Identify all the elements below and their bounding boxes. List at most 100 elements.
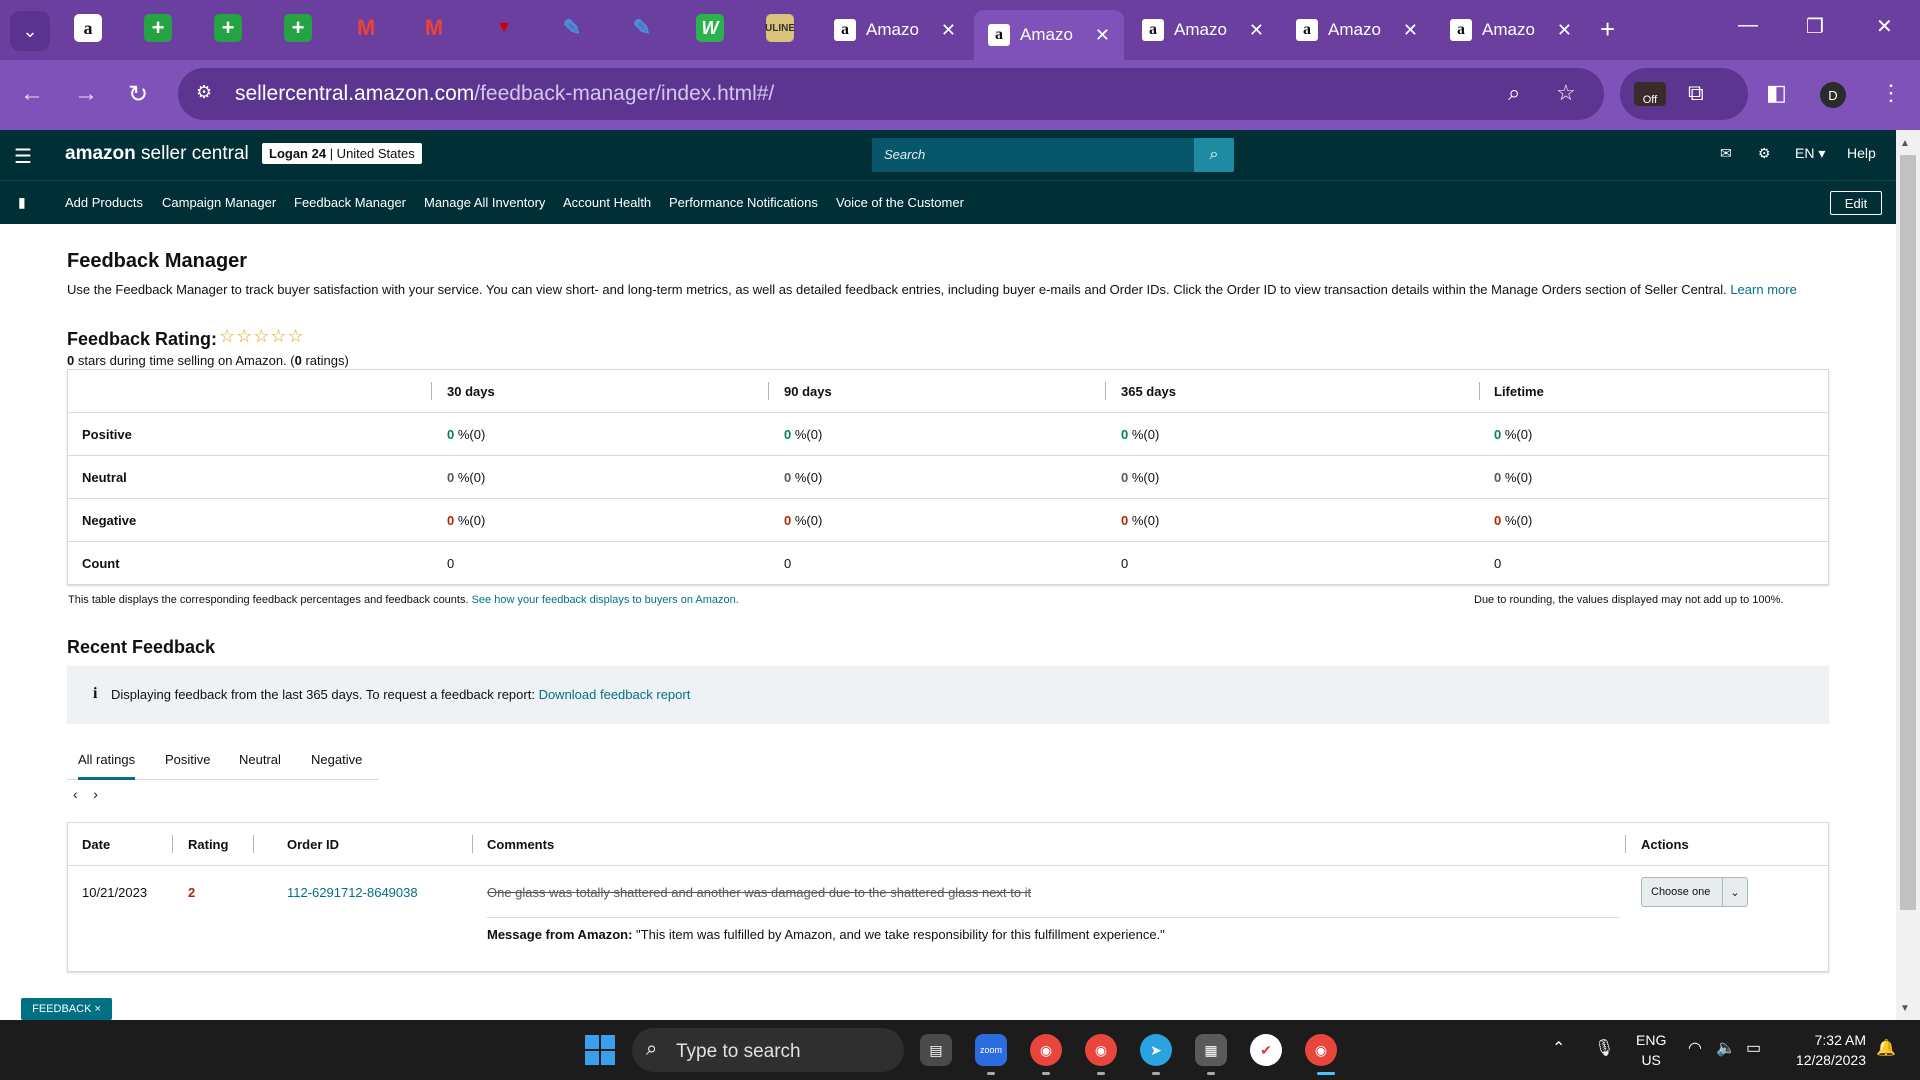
new-tab-button[interactable]: + bbox=[1600, 14, 1615, 45]
nav-add-products[interactable]: Add Products bbox=[65, 195, 143, 210]
feedback-rating-title: Feedback Rating: bbox=[67, 329, 218, 349]
pinned-tab-red-icon[interactable]: ▼ bbox=[490, 14, 518, 42]
seller-central-logo[interactable]: amazon seller central bbox=[65, 143, 249, 165]
column-header[interactable]: Order ID bbox=[287, 837, 339, 852]
pinned-tab-sheets[interactable]: + bbox=[144, 14, 172, 42]
pinned-tab-sheets[interactable]: + bbox=[284, 14, 312, 42]
edit-nav-button[interactable]: Edit bbox=[1830, 191, 1882, 215]
nav-voice-of-the-customer[interactable]: Voice of the Customer bbox=[836, 195, 964, 210]
windows-start-icon[interactable] bbox=[585, 1035, 615, 1065]
close-tab-icon[interactable]: ✕ bbox=[1095, 25, 1110, 46]
close-tab-icon[interactable]: ✕ bbox=[1249, 20, 1264, 41]
browser-tab[interactable]: a Amazo ✕ bbox=[1282, 10, 1432, 50]
search-icon[interactable]: ⌕ bbox=[1194, 138, 1234, 172]
tab-neutral[interactable]: Neutral bbox=[239, 752, 281, 767]
nav-campaign-manager[interactable]: Campaign Manager bbox=[162, 195, 276, 210]
minimize-icon[interactable]: — bbox=[1738, 14, 1758, 37]
chevron-up-icon[interactable]: ⌃ bbox=[1552, 1038, 1565, 1058]
close-tab-icon[interactable]: ✕ bbox=[941, 20, 956, 41]
feedback-display-link[interactable]: See how your feedback displays to buyers… bbox=[472, 594, 739, 606]
close-tab-icon[interactable]: ✕ bbox=[1557, 20, 1572, 41]
bookmark-star-icon[interactable]: ☆ bbox=[1556, 80, 1576, 106]
chevron-right-icon[interactable]: › bbox=[93, 786, 98, 802]
side-panel-icon[interactable]: ◧ bbox=[1766, 80, 1787, 106]
dropdown-label: Choose one bbox=[1651, 886, 1711, 898]
mail-icon[interactable]: ✉ bbox=[1720, 145, 1732, 162]
order-id-link[interactable]: 112-6291712-8649038 bbox=[287, 885, 418, 900]
tab-positive[interactable]: Positive bbox=[165, 752, 211, 767]
table-cell: 0 bbox=[1494, 556, 1502, 571]
notification-bell-icon[interactable]: 🔔 bbox=[1876, 1038, 1896, 1058]
actions-dropdown[interactable]: Choose one ⌄ bbox=[1641, 877, 1748, 907]
extensions-puzzle-icon[interactable]: ⧉ bbox=[1688, 80, 1704, 106]
chrome-icon[interactable]: ◉ bbox=[1030, 1034, 1062, 1066]
learn-more-link[interactable]: Learn more bbox=[1730, 282, 1796, 297]
forward-arrow-icon[interactable]: → bbox=[74, 80, 98, 108]
hamburger-menu-icon[interactable]: ☰ bbox=[14, 144, 32, 169]
tab-negative[interactable]: Negative bbox=[311, 752, 362, 767]
language-indicator[interactable]: ENG US bbox=[1636, 1030, 1666, 1070]
close-tab-icon[interactable]: ✕ bbox=[1403, 20, 1418, 41]
zoom-icon[interactable]: ⌕ bbox=[1508, 80, 1520, 106]
nav-feedback-manager[interactable]: Feedback Manager bbox=[294, 195, 406, 210]
pinned-tab-uline-icon[interactable]: ULINE bbox=[765, 14, 795, 42]
feedback-tag-button[interactable]: FEEDBACK × bbox=[21, 998, 112, 1020]
help-link[interactable]: Help bbox=[1847, 145, 1876, 161]
nav-performance-notifications[interactable]: Performance Notifications bbox=[669, 195, 818, 210]
account-switcher[interactable]: Logan 24 | United States bbox=[262, 143, 422, 164]
calculator-icon[interactable]: ▦ bbox=[1195, 1034, 1227, 1066]
kebab-menu-icon[interactable]: ⋮ bbox=[1880, 80, 1902, 106]
file-explorer-icon[interactable]: ▤ bbox=[920, 1034, 952, 1066]
pinned-tab-sheets[interactable]: + bbox=[214, 14, 242, 42]
tab-search-button[interactable]: ⌄ bbox=[10, 11, 50, 51]
scrollbar-thumb[interactable] bbox=[1900, 155, 1916, 910]
info-text: Displaying feedback from the last 365 da… bbox=[111, 687, 691, 702]
pinned-tab-w-icon[interactable]: W bbox=[696, 14, 724, 42]
address-bar[interactable]: ⚙ sellercentral.amazon.com/feedback-mana… bbox=[178, 68, 1604, 120]
restore-icon[interactable]: ❐ bbox=[1806, 14, 1824, 39]
scroll-up-icon[interactable]: ▲ bbox=[1900, 138, 1910, 149]
chevron-down-icon[interactable]: ⌄ bbox=[1722, 878, 1747, 906]
browser-tab-active[interactable]: a Amazo ✕ bbox=[974, 10, 1124, 60]
zoom-app-icon[interactable]: zoom bbox=[975, 1034, 1007, 1066]
chevron-left-icon[interactable]: ‹ bbox=[73, 786, 78, 802]
table-cell: 0 %(0) bbox=[447, 513, 486, 528]
reload-icon[interactable]: ↻ bbox=[128, 80, 148, 109]
volume-icon[interactable]: 🔈 bbox=[1716, 1038, 1736, 1058]
pinned-tab-gmail[interactable]: M bbox=[352, 14, 380, 42]
telegram-icon[interactable]: ➤ bbox=[1140, 1034, 1172, 1066]
wifi-icon[interactable]: ◠ bbox=[1688, 1038, 1702, 1058]
pinned-tab-amazon[interactable]: a bbox=[74, 14, 102, 42]
language-selector[interactable]: EN ▾ bbox=[1795, 145, 1825, 162]
todo-check-icon[interactable]: ✔ bbox=[1250, 1034, 1282, 1066]
taskbar-search[interactable]: ⌕ Type to search bbox=[632, 1028, 904, 1072]
url-text[interactable]: sellercentral.amazon.com/feedback-manage… bbox=[235, 82, 774, 106]
battery-icon[interactable]: ▭ bbox=[1746, 1038, 1761, 1058]
download-feedback-report-link[interactable]: Download feedback report bbox=[539, 687, 691, 702]
column-header[interactable]: Date bbox=[82, 837, 110, 852]
pinned-tab-tool-icon[interactable]: ✎ bbox=[628, 14, 656, 42]
site-info-icon[interactable]: ⚙ bbox=[196, 82, 212, 103]
microphone-icon[interactable]: 🎙 bbox=[1594, 1038, 1614, 1058]
browser-tab[interactable]: a Amazo ✕ bbox=[820, 10, 970, 50]
column-header: 30 days bbox=[447, 384, 495, 399]
nav-manage-all-inventory[interactable]: Manage All Inventory bbox=[424, 195, 545, 210]
tab-all-ratings[interactable]: All ratings bbox=[78, 752, 136, 780]
gear-icon[interactable]: ⚙ bbox=[1758, 145, 1771, 162]
table-cell: 0 %(0) bbox=[1121, 470, 1160, 485]
pinned-tab-gmail[interactable]: M bbox=[420, 14, 448, 42]
chrome-icon[interactable]: ◉ bbox=[1085, 1034, 1117, 1066]
browser-tab[interactable]: a Amazo ✕ bbox=[1128, 10, 1278, 50]
back-arrow-icon[interactable]: ← bbox=[20, 80, 44, 108]
system-clock[interactable]: 7:32 AM 12/28/2023 bbox=[1786, 1030, 1866, 1070]
chrome-profile-icon[interactable]: ◉ bbox=[1305, 1034, 1337, 1066]
profile-avatar[interactable]: D bbox=[1820, 82, 1846, 108]
seller-search-input[interactable]: Search ⌕ bbox=[872, 138, 1234, 172]
column-header[interactable]: Rating bbox=[188, 837, 228, 852]
nav-account-health[interactable]: Account Health bbox=[563, 195, 651, 210]
close-window-icon[interactable]: ✕ bbox=[1876, 14, 1893, 39]
extension-off-badge[interactable]: Off bbox=[1634, 82, 1666, 106]
scroll-down-icon[interactable]: ▼ bbox=[1900, 1003, 1910, 1014]
pinned-tab-tool-icon[interactable]: ✎ bbox=[558, 14, 586, 42]
browser-tab[interactable]: a Amazo ✕ bbox=[1436, 10, 1586, 50]
